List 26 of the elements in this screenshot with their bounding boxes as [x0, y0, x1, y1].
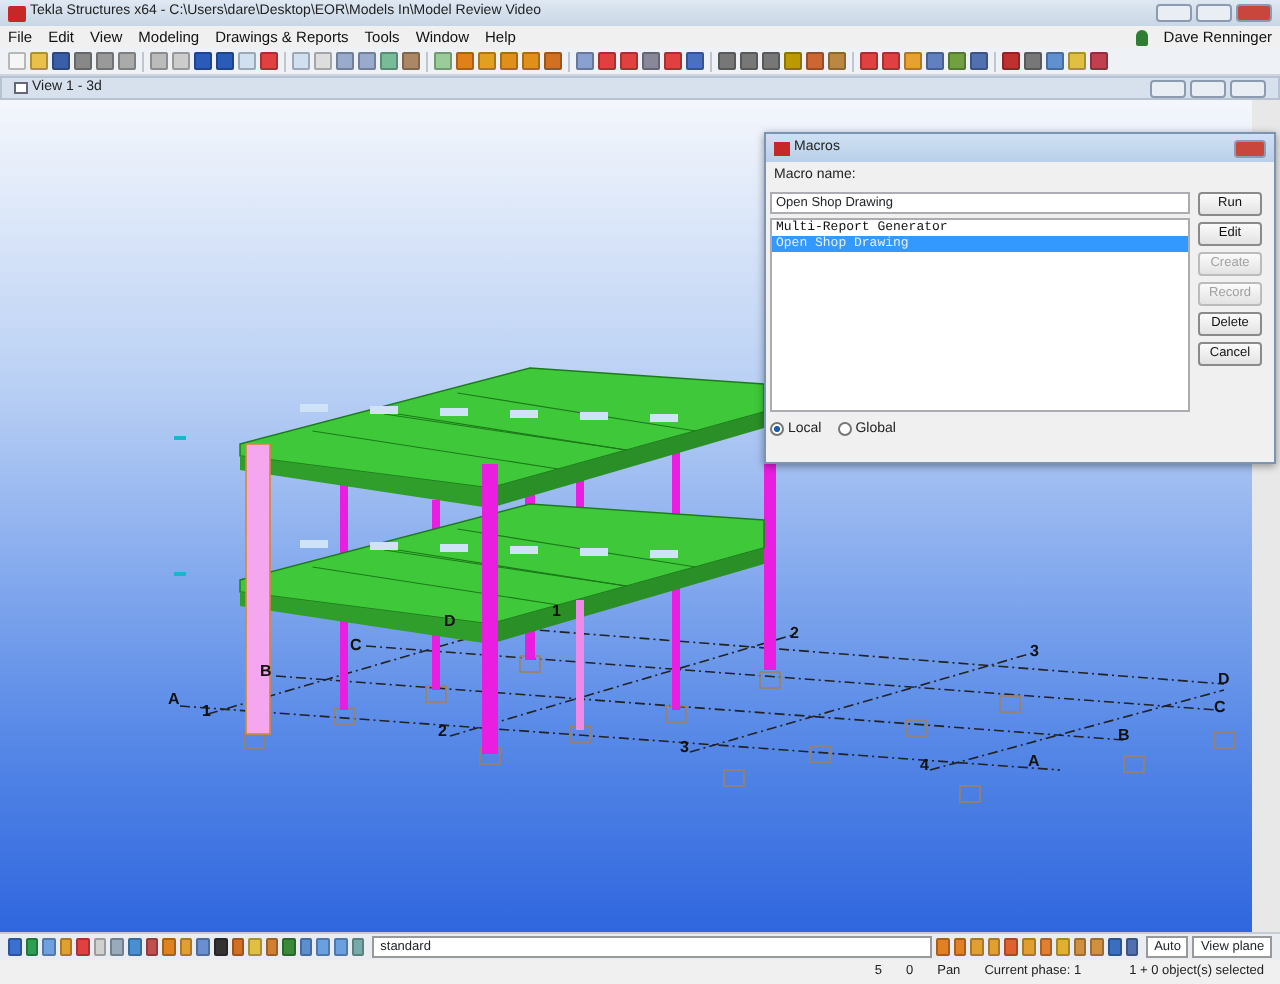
app-logo-icon: [8, 5, 26, 21]
grid-label: D: [1218, 670, 1230, 688]
minimize-button[interactable]: [1150, 79, 1186, 97]
close-button[interactable]: [1234, 139, 1266, 157]
grid-label: C: [1214, 698, 1226, 716]
grid-label: C: [350, 636, 362, 654]
grid-label: 3: [1030, 642, 1039, 660]
grid-label: B: [1118, 726, 1130, 744]
grid-label: 2: [790, 624, 799, 642]
grid-label: 1: [552, 602, 561, 620]
minimize-button[interactable]: [1156, 4, 1192, 22]
grid-label: A: [168, 690, 180, 708]
view-icon: [14, 82, 28, 94]
maximize-button[interactable]: [1190, 79, 1226, 97]
grid-label: 2: [438, 722, 447, 740]
radio-button[interactable]: [837, 422, 852, 437]
close-button[interactable]: [1236, 4, 1272, 22]
radio-button[interactable]: [770, 422, 784, 437]
grid-label: A: [1028, 752, 1040, 770]
close-button[interactable]: [1230, 79, 1266, 97]
macro-icon: [774, 141, 790, 155]
grid-label: 4: [920, 756, 929, 774]
grid-label: D: [444, 612, 456, 630]
maximize-button[interactable]: [1196, 4, 1232, 22]
user-icon: [1135, 29, 1148, 45]
grid-label: 3: [680, 738, 689, 756]
